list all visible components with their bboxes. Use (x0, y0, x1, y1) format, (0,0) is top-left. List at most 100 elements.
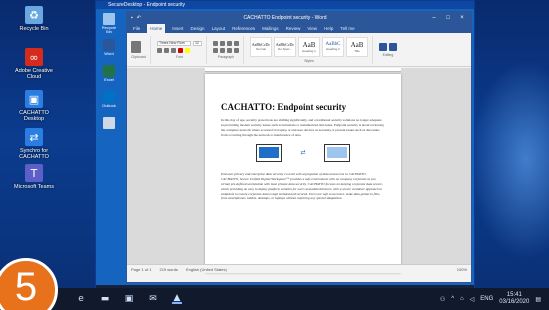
remote-icon-label: Outlook (102, 103, 116, 108)
maximize-button[interactable]: □ (443, 15, 453, 21)
style-preview: AaB (350, 40, 364, 49)
desktop-icon-recycle-bin[interactable]: ♻ Recycle Bin (10, 6, 58, 32)
clock[interactable]: 15:41 03/16/2020 (499, 292, 529, 305)
underline-icon[interactable] (170, 47, 176, 53)
numbering-icon[interactable] (219, 40, 225, 46)
indent-icon[interactable] (226, 40, 232, 46)
tab-design[interactable]: Design (191, 26, 205, 31)
remote-icon-excel[interactable]: Excel (99, 65, 119, 82)
store-icon[interactable]: ▣ (124, 294, 134, 304)
paragraph-group: Paragraph (212, 35, 244, 64)
monitor-icon (323, 143, 350, 162)
minimize-button[interactable]: – (429, 15, 439, 21)
cachatto-taskbar-icon[interactable]: ▲ (172, 293, 182, 304)
sort-icon[interactable] (233, 40, 239, 46)
document-heading: CACHATTO: Endpoint security (221, 102, 347, 112)
wallpaper-glow (470, 60, 549, 260)
document-paragraph: End-user privacy and enterprise data sec… (221, 171, 383, 201)
remote-desktop-window[interactable]: SecureDesktop - Endpoint security Recycl… (95, 0, 475, 300)
styles-group: AaBbCcDc Normal AaBbCcDc No Spac... AaB … (249, 35, 373, 64)
page-count[interactable]: Page 1 of 1 (131, 267, 151, 272)
document-canvas[interactable]: CACHATTO: Endpoint security In this day … (127, 68, 471, 273)
align-center-icon[interactable] (219, 47, 225, 53)
tab-view[interactable]: View (307, 26, 317, 31)
notifications-icon[interactable]: ▤ (535, 296, 541, 303)
tell-me-search[interactable]: Tell me (340, 26, 354, 31)
mail-icon[interactable]: ✉ (148, 294, 158, 304)
style-normal[interactable]: AaBbCcDc Normal (249, 36, 272, 57)
desktop-icon-creative-cloud[interactable]: ∞ Adobe Creative Cloud (10, 48, 58, 81)
style-caption: Title (354, 48, 360, 53)
file-explorer-icon[interactable]: ▬ (100, 294, 110, 304)
align-right-icon[interactable] (226, 47, 232, 53)
remote-icon-label: Word (104, 51, 114, 56)
justify-icon[interactable] (233, 47, 239, 53)
desktop-icon-label: Adobe Creative Cloud (15, 68, 53, 81)
style-no-spacing[interactable]: AaBbCcDc No Spac... (273, 36, 296, 57)
tab-review[interactable]: Review (286, 26, 301, 31)
group-caption: Paragraph (217, 54, 235, 59)
tab-help[interactable]: Help (324, 26, 333, 31)
desktop-icon-teams[interactable]: T Microsoft Teams (10, 164, 58, 190)
recycle-bin-icon (103, 13, 115, 25)
font-color-icon[interactable] (177, 47, 183, 53)
font-name-select[interactable]: Times New Rom (156, 40, 191, 46)
close-button[interactable]: × (457, 15, 467, 21)
clock-date: 03/16/2020 (499, 299, 530, 305)
desktop-icon-synchro[interactable]: ⇄ Synchro for CACHATTO (10, 128, 58, 161)
language-indicator[interactable]: English (United States) (186, 267, 227, 272)
network-icon[interactable]: ⌂ (460, 296, 464, 302)
remote-icon-outlook[interactable]: Outlook (99, 91, 119, 108)
sync-arrow-icon: ⇄ (300, 150, 306, 157)
remote-icon-app[interactable] (99, 117, 119, 130)
bullets-icon[interactable] (212, 40, 218, 46)
clock-time: 15:41 (506, 292, 522, 299)
ribbon: Clipboard Times New Rom 12 Font Paragrap… (127, 33, 471, 67)
clipboard-group: Clipboard (131, 35, 151, 64)
highlight-icon[interactable] (184, 47, 190, 53)
system-tray: ⚇ ^ ⌂ ◁ ENG 15:41 03/16/2020 ▤ (440, 288, 541, 310)
undo-icon[interactable]: ↶ (137, 15, 141, 21)
tab-file[interactable]: File (133, 26, 140, 31)
replace-icon[interactable] (388, 42, 397, 51)
tab-references[interactable]: References (232, 26, 255, 31)
tab-insert[interactable]: Insert (172, 26, 183, 31)
word-icon (103, 39, 115, 51)
style-heading-1[interactable]: AaB Heading 1 (297, 36, 320, 57)
recycle-bin-icon: ♻ (25, 6, 43, 24)
desktop-icon-label: Recycle Bin (19, 26, 49, 32)
word-window-title: CACHATTO Endpoint security - Word (243, 15, 327, 21)
italic-icon[interactable] (163, 47, 169, 53)
remote-window-title: SecureDesktop - Endpoint security (96, 1, 474, 9)
language-indicator[interactable]: ENG (480, 296, 493, 302)
zoom-level[interactable]: 100% (457, 267, 467, 272)
bold-icon[interactable] (156, 47, 162, 53)
synchro-icon: ⇄ (25, 128, 43, 146)
remote-icon-recycle-bin[interactable]: Recycle Bin (99, 13, 119, 35)
tab-mailings[interactable]: Mailings (262, 26, 279, 31)
style-heading-2[interactable]: AaBbC Heading 2 (321, 36, 344, 57)
paste-icon[interactable] (131, 40, 141, 53)
people-icon[interactable]: ⚇ (440, 296, 445, 303)
chevron-up-icon[interactable]: ^ (451, 296, 454, 302)
cachatto-desktop-icon: ▣ (25, 90, 43, 108)
find-icon[interactable] (378, 42, 387, 51)
desktop-icon-cachatto-desktop[interactable]: ▣ CACHATTO Desktop (10, 90, 58, 123)
edge-icon[interactable]: e (76, 294, 86, 304)
font-size-select[interactable]: 12 (192, 40, 202, 46)
align-left-icon[interactable] (212, 47, 218, 53)
volume-icon[interactable]: ◁ (470, 296, 475, 303)
tab-layout[interactable]: Layout (212, 26, 226, 31)
tab-home[interactable]: Home (147, 24, 166, 33)
word-titlebar: ▪ ↶ CACHATTO Endpoint security - Word – … (127, 12, 471, 24)
document-page[interactable]: CACHATTO: Endpoint security In this day … (205, 74, 401, 273)
word-count[interactable]: 219 words (159, 267, 177, 272)
word-window[interactable]: ▪ ↶ CACHATTO Endpoint security - Word – … (126, 11, 472, 283)
ribbon-tabs: File Home Insert Design Layout Reference… (127, 24, 471, 33)
editing-group: Editing (378, 36, 401, 64)
style-caption: Heading 1 (302, 48, 316, 53)
save-icon[interactable]: ▪ (131, 15, 133, 21)
style-title[interactable]: AaB Title (345, 36, 368, 57)
teams-icon: T (25, 164, 43, 182)
remote-icon-word[interactable]: Word (99, 39, 119, 56)
